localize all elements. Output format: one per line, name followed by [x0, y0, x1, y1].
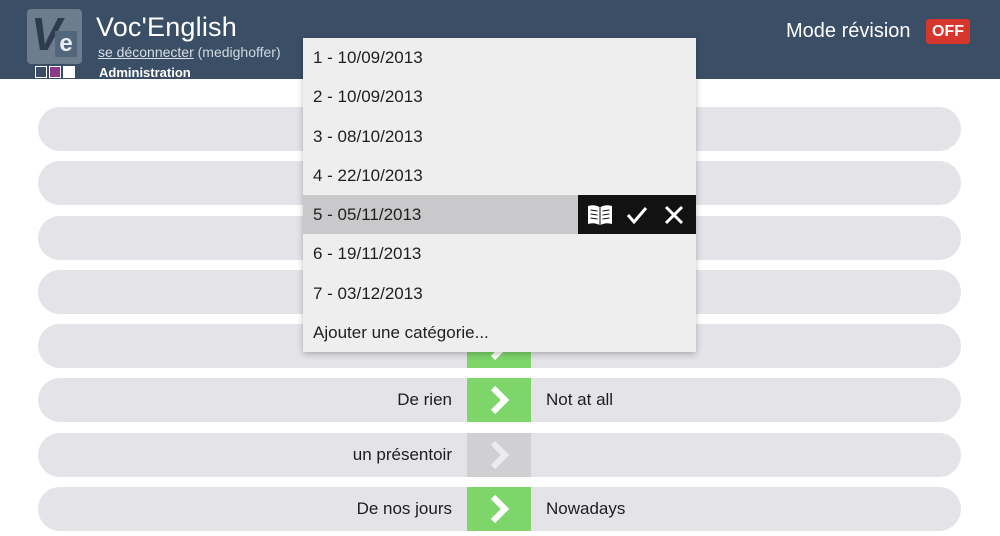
french-term: un présentoir	[352, 444, 452, 464]
theme-swatch-white[interactable]	[63, 66, 75, 78]
book-icon	[588, 204, 613, 225]
category-option[interactable]: 4 - 22/10/2013	[303, 156, 696, 195]
chevron-right-icon	[490, 386, 510, 415]
category-option-selected[interactable]: 5 - 05/11/2013	[303, 195, 696, 235]
english-term: Nowadays	[546, 499, 626, 519]
revision-mode-toggle[interactable]: OFF	[926, 19, 970, 44]
delete-button[interactable]	[658, 199, 690, 231]
check-icon	[626, 206, 648, 224]
logout-link[interactable]: se déconnecter	[98, 44, 194, 60]
reveal-arrow-button[interactable]	[467, 487, 531, 532]
category-option-label: 5 - 05/11/2013	[313, 205, 422, 225]
vocab-row: De rien Not at all	[38, 378, 961, 423]
category-option[interactable]: 6 - 19/11/2013	[303, 234, 696, 273]
theme-swatches	[35, 66, 75, 78]
chevron-right-icon	[490, 494, 510, 524]
theme-swatch-blue[interactable]	[35, 66, 47, 78]
category-option[interactable]: 3 - 08/10/2013	[303, 117, 696, 156]
username-label: (medighoffer)	[197, 44, 281, 60]
reveal-arrow-button[interactable]	[467, 432, 531, 477]
add-category-option[interactable]: Ajouter une catégorie...	[303, 313, 696, 352]
validate-button[interactable]	[621, 199, 653, 231]
logo-letter-e: e	[55, 31, 77, 57]
category-dropdown: 1 - 10/09/2013 2 - 10/09/2013 3 - 08/10/…	[303, 38, 696, 352]
category-option[interactable]: 7 - 03/12/2013	[303, 274, 696, 313]
category-actions	[578, 195, 696, 235]
chevron-right-icon	[490, 440, 510, 469]
category-option[interactable]: 2 - 10/09/2013	[303, 77, 696, 116]
french-term: De rien	[397, 390, 452, 410]
vocab-row: De nos jours Nowadays	[38, 487, 961, 532]
category-option[interactable]: 1 - 10/09/2013	[303, 38, 696, 77]
reveal-arrow-button[interactable]	[467, 378, 531, 423]
vocab-row: un présentoir	[38, 432, 961, 477]
administration-link[interactable]: Administration	[99, 65, 191, 80]
page: V e Voc'English se déconnecter (medighof…	[0, 0, 1000, 536]
revision-mode-label: Mode révision	[786, 20, 911, 42]
app-logo[interactable]: V e	[27, 9, 82, 64]
french-term: De nos jours	[356, 499, 452, 519]
book-button[interactable]	[584, 199, 616, 231]
app-title: Voc'English	[96, 12, 237, 42]
theme-swatch-purple[interactable]	[49, 66, 61, 78]
english-term: Not at all	[546, 390, 614, 410]
logout-line: se déconnecter (medighoffer)	[98, 44, 281, 60]
close-icon	[664, 205, 683, 224]
